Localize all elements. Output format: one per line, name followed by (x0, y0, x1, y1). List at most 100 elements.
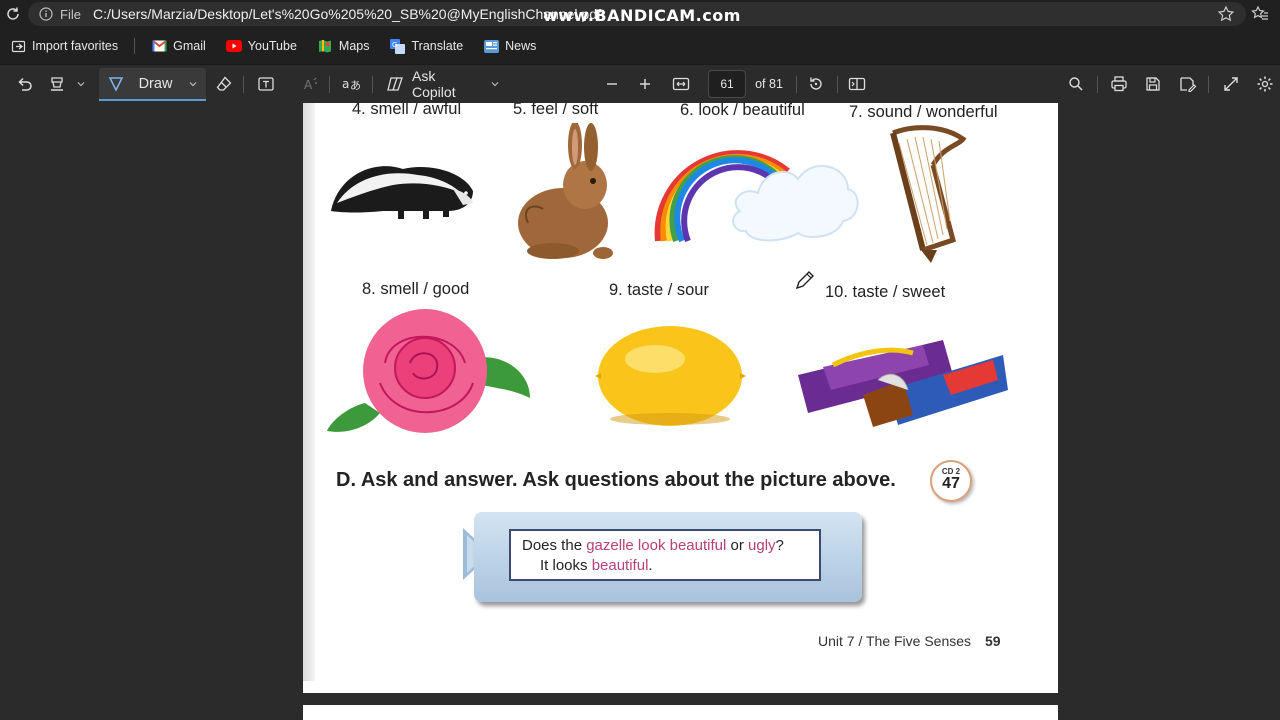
item-label-5: 5. feel / soft (513, 103, 599, 118)
page-binding-shadow (303, 103, 315, 681)
pdf-viewport[interactable]: 4. smell / awful 5. feel / soft 6. look … (0, 103, 1280, 720)
toolbar-divider (796, 76, 797, 93)
page-total: of 81 (755, 77, 783, 91)
item-label-8: 8. smell / good (362, 280, 470, 298)
answer-part: It looks (540, 557, 592, 574)
youtube-icon (225, 38, 242, 54)
ask-copilot-button[interactable]: Ask Copilot (386, 68, 500, 100)
fav-youtube[interactable]: YouTube (216, 32, 307, 60)
fav-label: Maps (338, 39, 370, 53)
file-label: File (60, 6, 81, 22)
page-view-icon[interactable] (846, 71, 868, 97)
zoom-out-icon[interactable] (602, 71, 622, 97)
eraser-icon[interactable] (213, 71, 235, 97)
expand-icon[interactable] (1220, 71, 1242, 97)
reload-icon[interactable] (2, 3, 24, 25)
cd-track-number: 47 (942, 475, 960, 492)
fav-label: News (505, 39, 537, 53)
dialogue-text-area: Does the gazelle look beautiful or ugly?… (509, 529, 821, 581)
svg-text:あ: あ (350, 79, 361, 92)
translate-icon[interactable]: aあ (340, 71, 362, 97)
toolbar-divider (372, 76, 373, 93)
question-part: or (726, 537, 749, 554)
fav-label: Gmail (173, 39, 206, 53)
rainbow-image (654, 150, 859, 243)
fav-translate[interactable]: G Translate (380, 32, 474, 60)
footer-page-number: 59 (985, 633, 1001, 649)
toolbar-divider (1208, 76, 1209, 93)
toolbar-divider (837, 76, 838, 93)
favorites-bar: Import favorites Gmail YouTube Maps G Tr… (0, 28, 1280, 64)
draw-label: Draw (138, 75, 173, 92)
bandicam-watermark: www.BANDICAM.com (543, 6, 741, 25)
pencil-cursor-icon (795, 271, 814, 290)
pdf-toolbar: Draw A aあ Ask Copilot 61 of 81 (0, 64, 1280, 103)
print-icon[interactable] (1108, 71, 1130, 97)
fav-gmail[interactable]: Gmail (141, 32, 216, 60)
draw-pen-icon (107, 75, 127, 93)
favorites-icon[interactable] (1250, 4, 1270, 24)
draw-button[interactable]: Draw (99, 68, 206, 101)
undo-icon[interactable] (12, 71, 36, 97)
fav-news[interactable]: News (473, 32, 546, 60)
harp-image (890, 125, 967, 263)
save-icon[interactable] (1142, 71, 1164, 97)
gmail-icon (151, 38, 167, 54)
question-line: Does the gazelle look beautiful or ugly? (522, 537, 784, 554)
pdf-page[interactable]: 4. smell / awful 5. feel / soft 6. look … (303, 103, 1058, 693)
zoom-in-icon[interactable] (635, 71, 655, 97)
item-label-9: 9. taste / sour (609, 281, 709, 299)
item-label-10: 10. taste / sweet (825, 283, 946, 301)
text-box-icon[interactable] (255, 71, 277, 97)
import-icon (10, 38, 26, 54)
gear-icon[interactable] (1254, 71, 1276, 97)
rotate-icon[interactable] (805, 71, 827, 97)
address-bar-row: File C:/Users/Marzia/Desktop/Let's%20Go%… (0, 0, 1280, 28)
toolbar-divider (329, 76, 330, 93)
item-label-7: 7. sound / wonderful (849, 103, 998, 121)
toolbar-divider (243, 76, 244, 93)
news-icon (483, 38, 499, 54)
url-text[interactable]: C:/Users/Marzia/Desktop/Let's%20Go%205%2… (93, 6, 601, 22)
question-part: ? (775, 537, 784, 554)
lemon-image (595, 326, 746, 426)
star-icon[interactable] (1216, 4, 1236, 24)
question-highlight: ugly (748, 537, 776, 554)
info-icon[interactable] (38, 6, 54, 22)
footer-unit-title: Unit 7 / The Five Senses (818, 633, 972, 649)
fav-maps[interactable]: Maps (307, 32, 380, 60)
chevron-down-icon[interactable] (74, 71, 88, 97)
answer-highlight: beautiful (591, 557, 649, 574)
save-as-icon[interactable] (1177, 71, 1199, 97)
cd-track-badge: CD 2 47 (930, 460, 972, 502)
fav-import-favorites[interactable]: Import favorites (0, 32, 128, 60)
candy-bars-image (798, 340, 1008, 427)
next-pdf-page[interactable] (303, 705, 1058, 720)
answer-part: . (648, 557, 653, 574)
question-part: Does the (522, 537, 587, 554)
page-number-input[interactable]: 61 (708, 70, 746, 98)
search-icon[interactable] (1065, 71, 1087, 97)
fit-page-icon[interactable] (670, 71, 692, 97)
copilot-label: Ask Copilot (412, 68, 456, 100)
answer-line: It looks beautiful. (540, 557, 653, 574)
maps-icon (317, 38, 333, 54)
rabbit-image (518, 123, 613, 259)
dialogue-box: Does the gazelle look beautiful or ugly?… (474, 512, 862, 602)
chevron-down-icon (490, 79, 500, 89)
svg-text:A: A (304, 78, 313, 92)
question-highlight: gazelle look beautiful (586, 537, 727, 554)
translate-icon: G (390, 38, 406, 54)
svg-text:a: a (342, 77, 349, 91)
item-label-6: 6. look / beautiful (680, 103, 805, 119)
item-label-4: 4. smell / awful (352, 103, 462, 118)
chevron-down-icon (188, 79, 198, 89)
svg-text:G: G (392, 41, 397, 49)
fav-label: Import favorites (32, 39, 119, 53)
rose-image (327, 309, 530, 433)
toolbar-divider (1097, 76, 1098, 93)
skunk-image (331, 166, 473, 219)
highlight-icon[interactable] (46, 71, 68, 97)
fav-divider (134, 38, 136, 54)
fav-label: YouTube (247, 39, 297, 53)
